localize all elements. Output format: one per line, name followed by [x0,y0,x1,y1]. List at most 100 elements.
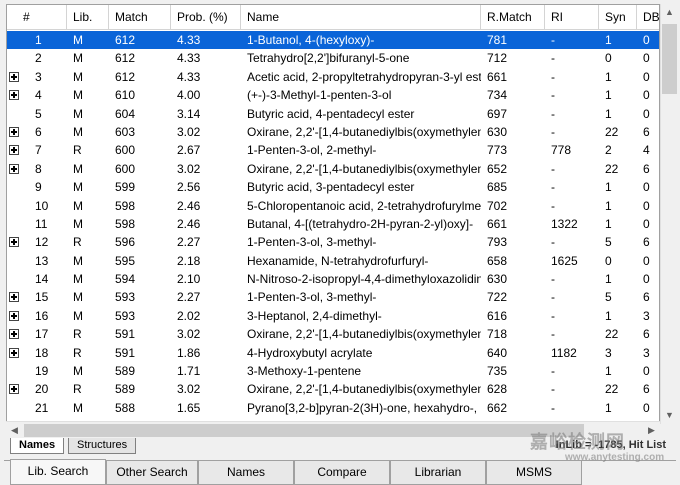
table-row[interactable]: 3 M 612 4.33 Acetic acid, 2-propyltetrahydro… [7,68,659,86]
cell-db: 0 [643,216,650,231]
header-col-lib[interactable]: Lib. [67,5,109,30]
cell-syn: 22 [605,161,619,176]
expand-plus-icon[interactable] [9,292,19,303]
tab-structures[interactable]: Structures [68,438,137,454]
cell-name: Oxirane, 2,2'-[1,4-butanediylbis(oxymeth… [247,124,481,139]
table-row[interactable]: 5 M 604 3.14 Butyric acid, 4-pentadecyl este… [7,105,659,123]
vertical-scrollbar[interactable]: ▲ ▼ [660,4,677,424]
cell-rmatch: 718 [487,327,508,342]
cell-db: 6 [643,235,650,250]
cell-lib: M [73,290,83,305]
scroll-left-icon[interactable]: ◀ [6,422,23,439]
cell-match: 598 [115,216,136,231]
horizontal-scrollbar[interactable]: ◀ ▶ [6,421,660,438]
expand-plus-icon[interactable] [9,237,19,248]
table-row[interactable]: 20 R 589 3.02 Oxirane, 2,2'-[1,4-butanediylb… [7,380,659,398]
header-col-syn[interactable]: Syn [599,5,637,30]
tab-lib-search[interactable]: Lib. Search [10,459,106,485]
scroll-up-icon[interactable]: ▲ [661,4,678,21]
cell-lib: M [73,272,83,287]
table-row[interactable]: 4 M 610 4.00 (+-)-3-Methyl-1-penten-3-ol 734-… [7,86,659,104]
cell-syn: 1 [605,308,612,323]
expand-plus-icon[interactable] [9,310,19,321]
vertical-scroll-thumb[interactable] [662,24,677,94]
cell-match: 591 [115,327,136,342]
horizontal-scroll-thumb[interactable] [24,424,584,437]
cell-ri: - [551,327,555,342]
table-row[interactable]: 6 M 603 3.02 Oxirane, 2,2'-[1,4-butanediylbi… [7,123,659,141]
table-row[interactable]: 8 M 600 3.02 Oxirane, 2,2'-[1,4-butanediylbi… [7,160,659,178]
cell-rmatch: 734 [487,88,508,103]
cell-rmatch: 630 [487,272,508,287]
cell-match: 595 [115,253,136,268]
cell-syn: 1 [605,88,612,103]
cell-syn: 1 [605,69,612,84]
header-col-db[interactable]: DB [637,5,659,30]
table-row[interactable]: 13 M 595 2.18 Hexanamide, N-tetrahydrofurfur… [7,252,659,270]
cell-syn: 1 [605,216,612,231]
header-col-rmatch[interactable]: R.Match [481,5,545,30]
table-row[interactable]: 16 M 593 2.02 3-Heptanol, 2,4-dimethyl- 616-1… [7,307,659,325]
table-row[interactable]: 15 M 593 2.27 1-Penten-3-ol, 3-methyl- 722-5 6 [7,288,659,306]
cell-name: 1-Penten-3-ol, 2-methyl- [247,143,377,158]
cell-ri: - [551,272,555,287]
cell-ri: 1182 [551,345,577,360]
table-row[interactable]: 1 M 612 4.33 1-Butanol, 4-(hexyloxy)- 781-1 0 [7,31,659,50]
expand-plus-icon[interactable] [9,90,19,101]
scroll-down-icon[interactable]: ▼ [661,407,678,424]
cell-db: 0 [643,51,650,66]
cell-name: (+-)-3-Methyl-1-penten-3-ol [247,88,392,103]
cell-prob: 2.27 [177,235,201,250]
table-row[interactable]: 18 R 591 1.86 4-Hydroxybutyl acrylate 640 1182… [7,344,659,362]
expand-plus-icon[interactable] [9,71,19,82]
expand-plus-icon[interactable] [9,145,19,156]
hit-list-table[interactable]: # Lib. Match Prob. (%) Name R.Match RI Syn DB 1 M… [6,4,660,424]
table-row[interactable]: 14 M 594 2.10 N-Nitroso-2-isopropyl-4,4-dime… [7,270,659,288]
header-col-match[interactable]: Match [109,5,171,30]
hit-list-status: InLib = -1785, Hit List [555,439,666,451]
cell-db: 6 [643,290,650,305]
table-row[interactable]: 17 R 591 3.02 Oxirane, 2,2'-[1,4-butanediylb… [7,325,659,343]
table-row[interactable]: 11 M 598 2.46 Butanal, 4-[(tetrahydro-2H-pyr… [7,215,659,233]
cell-name: 4-Hydroxybutyl acrylate [247,345,373,360]
cell-name: Pyrano[3,2-b]pyran-2(3H)-one, hexahydro-… [247,400,481,415]
cell-prob: 2.46 [177,198,201,213]
expand-plus-icon[interactable] [9,384,19,395]
table-row[interactable]: 2 M 612 4.33 Tetrahydro[2,2']bifuranyl-5-one… [7,49,659,67]
cell-rmatch: 712 [487,51,508,66]
tab-compare[interactable]: Compare [294,461,390,485]
cell-name: Tetrahydro[2,2']bifuranyl-5-one [247,51,410,66]
cell-lib: R [73,345,82,360]
header-col-ri[interactable]: RI [545,5,599,30]
expand-plus-icon[interactable] [9,347,19,358]
tab-names-main[interactable]: Names [198,461,294,485]
tab-other-search[interactable]: Other Search [106,461,198,485]
expand-plus-icon[interactable] [9,329,19,340]
cell-name: 1-Butanol, 4-(hexyloxy)- [247,33,375,47]
cell-ri: - [551,364,555,379]
tab-msms[interactable]: MSMS [486,461,582,485]
header-col-name[interactable]: Name [241,5,481,30]
table-row[interactable]: 19 M 589 1.71 3-Methoxy-1-pentene 735-1 0 [7,362,659,380]
cell-name: 1-Penten-3-ol, 3-methyl- [247,235,377,250]
cell-db: 0 [643,253,650,268]
header-col-prob[interactable]: Prob. (%) [171,5,241,30]
cell-match: 612 [115,69,136,84]
expand-plus-icon[interactable] [9,126,19,137]
table-row[interactable]: 12 R 596 2.27 1-Penten-3-ol, 3-methyl- 793-5 6 [7,233,659,251]
expand-plus-icon[interactable] [9,163,19,174]
cell-db: 0 [643,69,650,84]
cell-rmatch: 661 [487,69,508,84]
table-row[interactable]: 7 R 600 2.67 1-Penten-3-ol, 2-methyl- 773 778 2… [7,141,659,159]
cell-match: 593 [115,290,136,305]
tab-names[interactable]: Names [10,438,65,454]
cell-lib: M [73,33,83,47]
header-col-number[interactable]: # [7,5,67,30]
tab-librarian[interactable]: Librarian [390,461,486,485]
table-row[interactable]: 21 M 588 1.65 Pyrano[3,2-b]pyran-2(3H)-one, … [7,399,659,417]
table-row[interactable]: 1 0 M 598 2.46 5-Chloropentanoic acid, 2-tetr… [7,197,659,215]
cell-lib: M [73,69,83,84]
table-row[interactable]: 9 M 599 2.56 Butyric acid, 3-pentadecyl este… [7,178,659,196]
scroll-right-icon[interactable]: ▶ [643,422,660,439]
cell-match: 593 [115,308,136,323]
